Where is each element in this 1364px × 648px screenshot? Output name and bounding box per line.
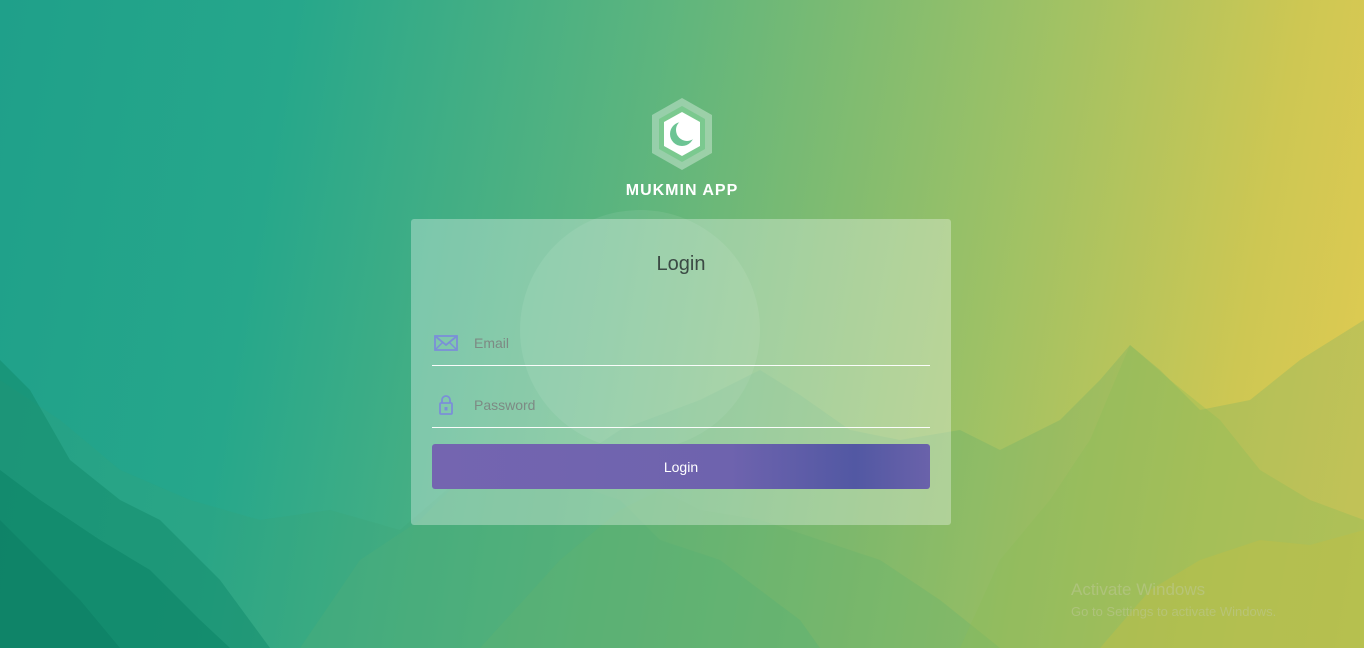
login-button[interactable]: Login — [432, 444, 930, 489]
app-name: MUKMIN APP — [625, 182, 739, 199]
crescent-moon-hexagon-logo — [652, 98, 712, 170]
login-card: Login Login — [411, 219, 951, 525]
activate-windows-watermark: Activate Windows Go to Settings to activ… — [1071, 580, 1276, 619]
envelope-icon — [434, 335, 458, 351]
watermark-subtitle: Go to Settings to activate Windows. — [1071, 604, 1277, 619]
email-input[interactable] — [474, 331, 914, 355]
login-title: Login — [656, 253, 706, 275]
watermark-title: Activate Windows — [1071, 580, 1206, 599]
password-input[interactable] — [474, 393, 914, 417]
brand-header: MUKMIN APP — [0, 96, 1364, 200]
lock-icon — [439, 395, 453, 415]
password-field — [432, 383, 930, 428]
background: MUKMIN APP Login Login Activate Windows … — [0, 0, 1364, 648]
email-field — [432, 321, 930, 366]
